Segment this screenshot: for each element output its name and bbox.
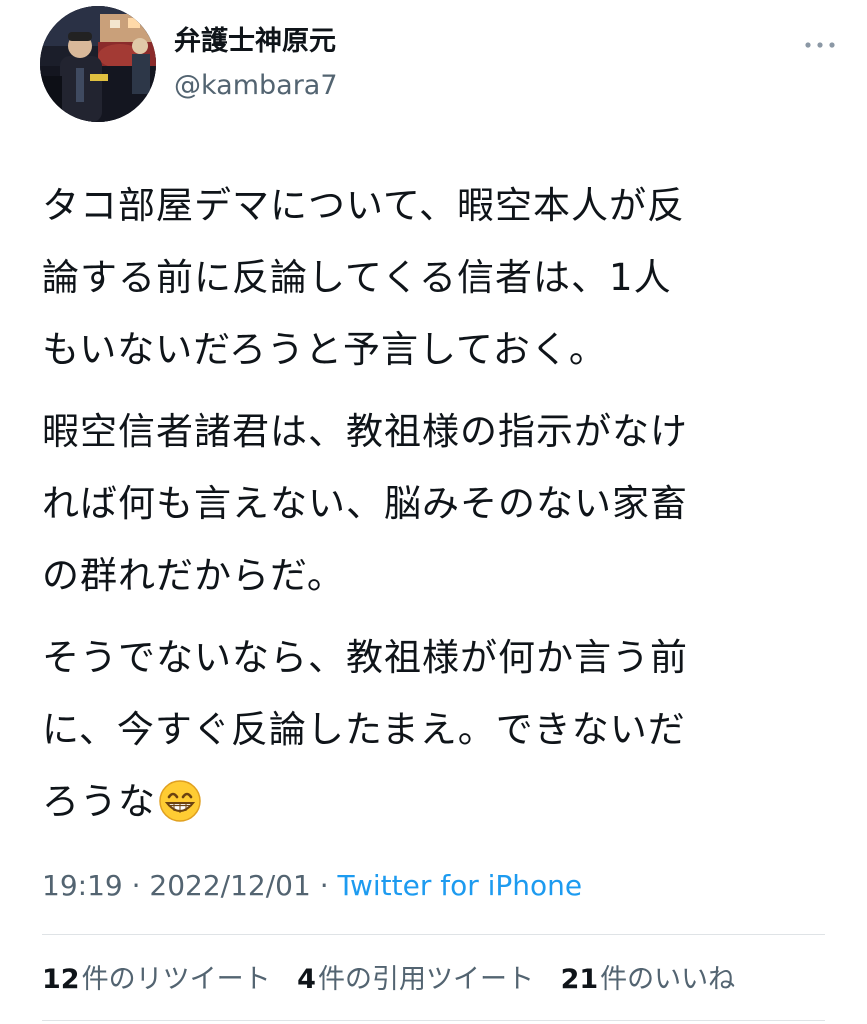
text-line: 論する前に反論してくる信者は、1人 (42, 256, 672, 299)
meta-separator: · (122, 869, 150, 902)
likes-label: 件のいいね (600, 964, 736, 995)
more-options-button[interactable] (800, 30, 840, 60)
tweet-date[interactable]: 2022/12/01 (149, 869, 310, 902)
text-line: タコ部屋デマについて、暇空本人が反 (42, 184, 686, 227)
divider (42, 934, 825, 935)
tweet-paragraph: そうでないなら、教祖様が何か言う前 に、今すぐ反論したまえ。できないだ ろうな (42, 622, 822, 847)
text-line: に、今すぐ反論したまえ。できないだ (42, 708, 686, 751)
retweets-stat[interactable]: 12件のリツイート (42, 958, 271, 1002)
tweet-paragraph: 暇空信者諸君は、教祖様の指示がなけ れば何も言えない、脳みそのない家畜 の群れだ… (42, 396, 822, 612)
more-dots-icon (805, 42, 835, 48)
retweets-count: 12 (42, 964, 80, 995)
text-line: もいないだろうと予言しておく。 (42, 328, 607, 371)
avatar-photo (40, 6, 156, 122)
text-line-with-emoji: ろうな (42, 766, 822, 847)
tweet-source-link[interactable]: Twitter for iPhone (338, 869, 583, 902)
tweet-time[interactable]: 19:19 (42, 869, 123, 902)
user-handle[interactable]: @kambara7 (174, 68, 338, 104)
text-line: れば何も言えない、脳みそのない家畜 (42, 482, 688, 525)
tweet-stats: 12件のリツイート 4件の引用ツイート 21件のいいね (42, 958, 753, 1002)
quotes-label: 件の引用ツイート (317, 964, 534, 995)
quotes-stat[interactable]: 4件の引用ツイート (297, 958, 534, 1002)
grinning-face-emoji-icon (158, 775, 202, 847)
retweets-label: 件のリツイート (81, 964, 271, 995)
tweet-header: 弁護士神原元 @kambara7 (40, 6, 840, 126)
meta-separator: · (310, 869, 338, 902)
display-name[interactable]: 弁護士神原元 (174, 24, 338, 60)
avatar[interactable] (40, 6, 156, 122)
text-line: 暇空信者諸君は、教祖様の指示がなけ (42, 410, 688, 453)
text-line: の群れだからだ。 (42, 554, 345, 597)
tweet-text: タコ部屋デマについて、暇空本人が反 論する前に反論してくる信者は、1人 もいない… (42, 170, 822, 857)
tweet-paragraph: タコ部屋デマについて、暇空本人が反 論する前に反論してくる信者は、1人 もいない… (42, 170, 822, 386)
tweet: 弁護士神原元 @kambara7 タコ部屋デマについて、暇空本人が反 論する前に… (0, 0, 867, 1024)
user-names: 弁護士神原元 @kambara7 (174, 24, 338, 104)
text-line-text: ろうな (42, 780, 156, 823)
text-line: そうでないなら、教祖様が何か言う前 (42, 636, 688, 679)
tweet-meta: 19:19 · 2022/12/01 · Twitter for iPhone (42, 864, 582, 908)
likes-count: 21 (560, 964, 599, 995)
quotes-count: 4 (297, 964, 316, 995)
likes-stat[interactable]: 21件のいいね (561, 958, 736, 1002)
divider (42, 1020, 825, 1021)
